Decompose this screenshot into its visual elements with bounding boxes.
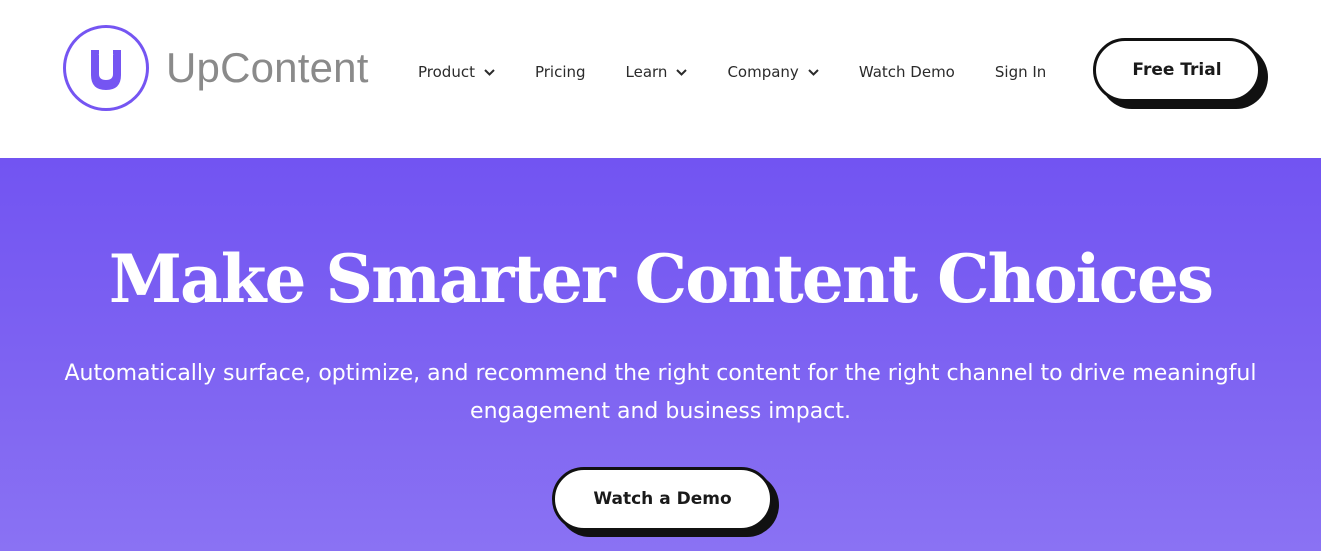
nav-item-label: Company (727, 63, 799, 81)
nav-item-pricing[interactable]: Pricing (535, 63, 586, 81)
brand-logo-link[interactable]: UpContent (62, 24, 369, 112)
nav-item-learn[interactable]: Learn (626, 63, 688, 81)
free-trial-button[interactable]: Free Trial (1093, 38, 1261, 102)
main-nav: Product Pricing Learn Company Watch Demo… (418, 62, 1046, 82)
nav-item-label: Learn (625, 63, 668, 81)
nav-item-label: Pricing (534, 63, 586, 81)
site-header: UpContent Product Pricing Learn Company … (0, 0, 1321, 158)
chevron-down-icon (484, 68, 495, 76)
nav-item-label: Sign In (994, 63, 1047, 81)
chevron-down-icon (676, 68, 688, 76)
chevron-down-icon (808, 68, 819, 76)
upcontent-logo-icon (63, 25, 149, 111)
watch-demo-button-wrapper: Watch a Demo (552, 467, 780, 539)
nav-item-company[interactable]: Company (727, 63, 819, 81)
brand-name: UpContent (166, 44, 369, 91)
watch-demo-button[interactable]: Watch a Demo (552, 467, 773, 531)
hero-subtitle: Automatically surface, optimize, and rec… (64, 361, 1257, 424)
free-trial-button-wrapper: Free Trial (1093, 38, 1270, 110)
nav-item-label: Watch Demo (858, 63, 955, 81)
nav-item-sign-in[interactable]: Sign In (995, 63, 1046, 81)
hero-section: Make Smarter Content Choices Automatical… (0, 158, 1321, 551)
hero-title: Make Smarter Content Choices (108, 240, 1214, 318)
nav-item-watch-demo[interactable]: Watch Demo (859, 63, 955, 81)
nav-item-product[interactable]: Product (418, 63, 495, 81)
nav-item-label: Product (418, 63, 475, 81)
